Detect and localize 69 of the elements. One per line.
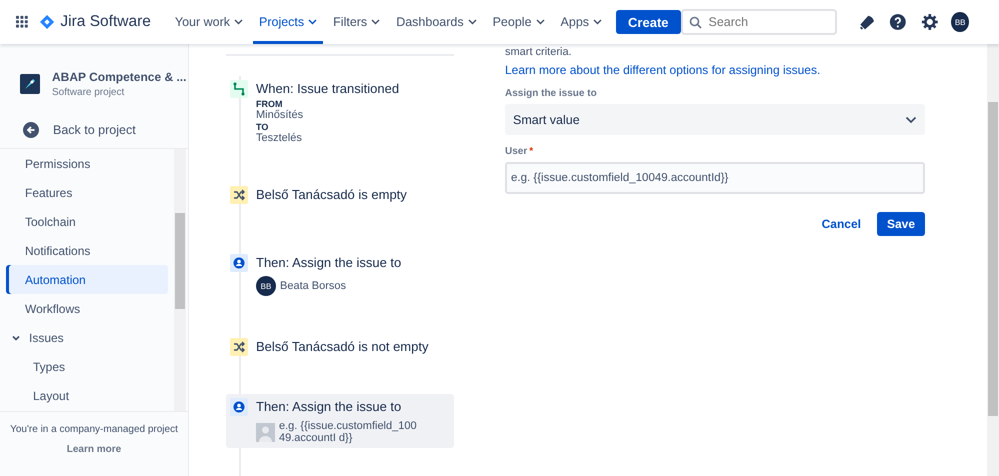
help-icon[interactable]: [889, 12, 907, 32]
chevron-icon: [308, 19, 318, 25]
rule-step[interactable]: Belső Tanácsadó is empty: [226, 182, 454, 208]
chevron-icon: [536, 19, 545, 25]
scrollbar[interactable]: [174, 149, 186, 411]
step-title: Then: Assign the issue to: [256, 254, 402, 272]
sidebar-item[interactable]: Issues: [6, 323, 168, 352]
step-title: When: Issue transitioned: [256, 80, 400, 98]
create-button[interactable]: Create: [616, 10, 680, 34]
back-link[interactable]: Back to project: [0, 118, 188, 142]
step-title: Then: Assign the issue to: [256, 398, 402, 416]
logo-icon: [40, 14, 54, 30]
nav-menu[interactable]: Your work: [168, 0, 249, 44]
user-avatar: BB: [256, 276, 276, 296]
product-name[interactable]: Jira Software: [60, 13, 151, 31]
assignee-name: Beata Borsos: [280, 280, 346, 292]
scrollbar[interactable]: [987, 44, 999, 476]
nav-menu[interactable]: Projects: [253, 0, 324, 44]
sidebar-item[interactable]: Automation: [6, 265, 168, 294]
rule-step[interactable]: Belső Tanácsadó is not empty: [226, 334, 454, 360]
chevron-icon: [371, 19, 380, 25]
sidebar-item[interactable]: Features: [6, 178, 168, 207]
detail-label: TO: [256, 122, 270, 132]
sidebar-item[interactable]: Permissions: [6, 149, 168, 178]
assignee-name: e.g. {{issue.customfield_10049.accountI d}}: [279, 420, 418, 444]
description-text: smart criteria.: [505, 46, 573, 59]
project-avatar-icon: [20, 74, 40, 94]
step-title: Belső Tanácsadó is empty: [256, 186, 407, 204]
shuffle-icon: [230, 186, 248, 204]
sidebar-item[interactable]: Types: [6, 352, 168, 381]
user-avatar[interactable]: BB: [951, 12, 969, 32]
settings-icon[interactable]: [920, 12, 938, 32]
chevron-icon: [593, 19, 602, 25]
nav-menu[interactable]: Filters: [327, 0, 386, 44]
rule-step[interactable]: Then: Assign the issue to BB Beata Borsos: [226, 250, 454, 300]
user-icon: [230, 254, 248, 272]
trigger-icon: [230, 80, 248, 98]
chevron-icon: [234, 19, 243, 25]
learn-more-link[interactable]: Learn more: [66, 444, 122, 455]
user-icon: [230, 398, 248, 416]
user-input-field[interactable]: e.g. {{issue.customfield_10049.accountId}}: [505, 162, 925, 194]
app-switcher-icon[interactable]: [16, 15, 28, 29]
field-label: User *: [505, 146, 534, 157]
chevron-icon: [468, 19, 477, 25]
cancel-button[interactable]: Cancel: [818, 212, 865, 236]
search-field[interactable]: Search: [680, 9, 836, 35]
project-type: Software project: [52, 87, 126, 98]
chevron-icon: [905, 116, 917, 124]
nav-menu[interactable]: People: [486, 0, 551, 44]
field-label: Assign the issue to: [505, 88, 598, 99]
nav-menu[interactable]: Apps: [554, 0, 608, 44]
footer-note: You're in a company-managed project: [10, 424, 178, 435]
detail-value: Tesztelés: [256, 132, 303, 144]
save-button[interactable]: Save: [876, 212, 925, 236]
placeholder-avatar-icon: [256, 422, 275, 442]
step-title: Belső Tanácsadó is not empty: [256, 338, 428, 356]
rule-step[interactable]: Then: Assign the issue to e.g. {{issue.customfield_10049.accountI d}}: [226, 394, 454, 448]
shuffle-icon: [230, 338, 248, 356]
assignee-dropdown[interactable]: Smart value: [505, 104, 925, 135]
sidebar-item[interactable]: Layout: [6, 381, 168, 410]
sidebar-item[interactable]: Toolchain: [6, 207, 168, 236]
sidebar-item[interactable]: Workflows: [6, 294, 168, 323]
rule-step[interactable]: When: Issue transitioned FROM Minősítés TO Tesztelés: [226, 76, 454, 148]
learn-more-link[interactable]: Learn more about the different options for assigning issues.: [505, 63, 925, 77]
nav-menu[interactable]: Dashboards: [390, 0, 483, 44]
detail-label: FROM: [256, 99, 284, 109]
detail-value: Minősítés: [256, 109, 304, 121]
sidebar-item[interactable]: Notifications: [6, 236, 168, 265]
project-name: ABAP Competence & ...: [52, 70, 186, 84]
